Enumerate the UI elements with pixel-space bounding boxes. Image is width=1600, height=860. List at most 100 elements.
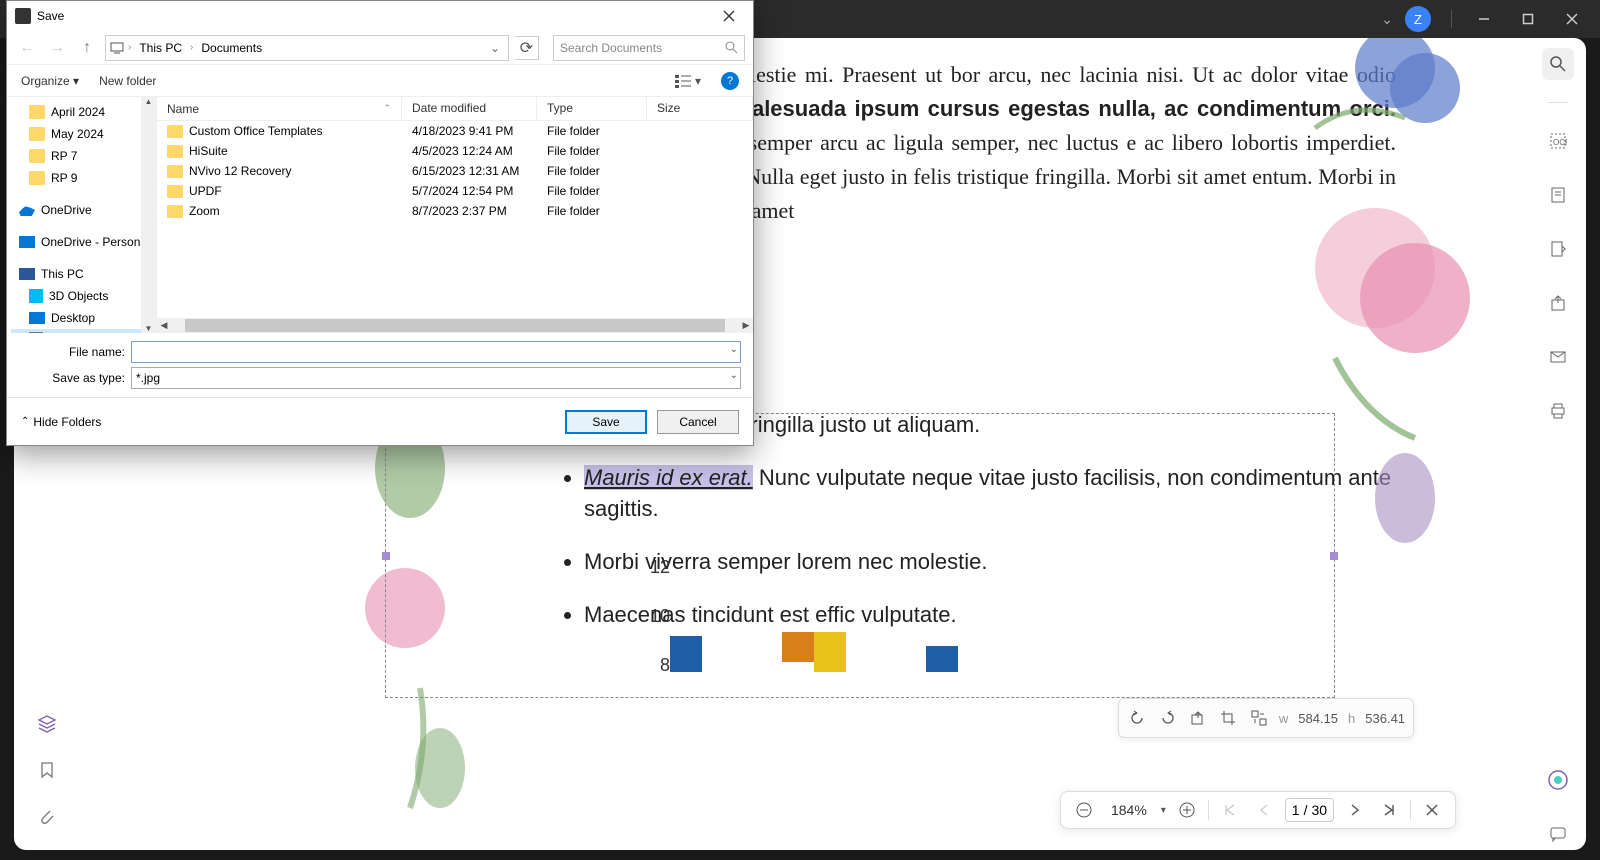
zoom-chevron-down-icon[interactable]: ▾ — [1161, 805, 1166, 816]
path-dropdown-icon[interactable]: ⌄ — [486, 41, 504, 55]
crop-toolbar[interactable]: w 584.15 h 536.41 — [1118, 698, 1414, 738]
col-name: Name⌃ — [157, 97, 402, 120]
export-icon[interactable] — [1188, 707, 1208, 729]
search-input[interactable]: Search Documents — [553, 35, 745, 61]
cancel-button[interactable]: Cancel — [657, 410, 739, 434]
height-label: h — [1348, 711, 1355, 726]
nav-back-button[interactable]: ← — [15, 36, 39, 60]
first-page-button[interactable] — [1217, 797, 1243, 823]
convert-icon[interactable] — [1542, 233, 1574, 265]
filetype-dropdown-icon[interactable]: ⌄ — [730, 370, 738, 381]
nav-forward-button[interactable]: → — [45, 36, 69, 60]
filetype-label: Save as type: — [19, 371, 131, 385]
save-dialog: Save ← → ↑ › This PC › Documents ⌄ ⟳ Sea… — [6, 0, 754, 446]
dialog-toolbar: Organize ▾ New folder ▾ ? — [7, 65, 753, 97]
rotate-left-icon[interactable] — [1127, 707, 1147, 729]
tree-scrollbar[interactable]: ▲▼ — [141, 97, 156, 333]
dialog-body: April 2024 May 2024 RP 7 RP 9 OneDrive O… — [7, 97, 753, 333]
tree-item: 3D Objects — [11, 285, 152, 307]
list-item: Mauris id ex erat. Nunc vulputate neque … — [584, 463, 1396, 525]
user-avatar[interactable]: Z — [1405, 6, 1431, 32]
page-icon[interactable] — [1542, 179, 1574, 211]
nav-up-button[interactable]: ↑ — [75, 36, 99, 60]
total-pages: 30 — [1311, 802, 1327, 818]
next-page-button[interactable] — [1342, 797, 1368, 823]
last-page-button[interactable] — [1376, 797, 1402, 823]
tree-item: OneDrive — [11, 199, 152, 221]
crop-icon[interactable] — [1218, 707, 1238, 729]
tree-item: This PC — [11, 263, 152, 285]
address-bar[interactable]: › This PC › Documents ⌄ — [105, 35, 509, 61]
view-mode-button[interactable]: ▾ — [675, 74, 701, 88]
col-size: Size — [647, 97, 753, 120]
filename-label: File name: — [19, 345, 131, 359]
share-icon[interactable] — [1542, 287, 1574, 319]
titlebar-chevron-down-icon[interactable]: ⌄ — [1381, 11, 1393, 28]
app-icon — [15, 8, 31, 24]
minimize-button[interactable] — [1464, 4, 1504, 34]
ai-icon[interactable] — [1542, 764, 1574, 796]
dialog-title: Save — [37, 9, 64, 23]
organize-menu[interactable]: Organize ▾ — [21, 74, 79, 88]
search-icon — [725, 41, 738, 54]
search-icon[interactable] — [1542, 48, 1574, 80]
filetype-select[interactable]: *.jpg⌄ — [131, 367, 741, 389]
titlebar-divider — [1451, 10, 1452, 28]
col-date: Date modified — [402, 97, 537, 120]
width-label: w — [1279, 711, 1288, 726]
save-button[interactable]: Save — [565, 410, 647, 434]
zoom-in-button[interactable] — [1174, 797, 1200, 823]
rotate-right-icon[interactable] — [1157, 707, 1177, 729]
svg-text:OCR: OCR — [1553, 138, 1567, 147]
mail-icon[interactable] — [1542, 341, 1574, 373]
height-value: 536.41 — [1365, 711, 1405, 726]
file-row[interactable]: Custom Office Templates4/18/2023 9:41 PM… — [157, 121, 753, 141]
tree-item: RP 7 — [11, 145, 152, 167]
highlighted-text: Mauris id ex erat. — [584, 465, 753, 490]
dialog-titlebar[interactable]: Save — [7, 1, 753, 31]
prev-page-button[interactable] — [1251, 797, 1277, 823]
file-row[interactable]: Zoom8/7/2023 2:37 PMFile folder — [157, 201, 753, 221]
new-folder-button[interactable]: New folder — [99, 74, 156, 88]
breadcrumb-thispc[interactable]: This PC — [135, 41, 186, 55]
attachment-icon[interactable] — [27, 796, 67, 836]
help-button[interactable]: ? — [721, 72, 739, 90]
file-list-header[interactable]: Name⌃ Date modified Type Size — [157, 97, 753, 121]
hide-folders-button[interactable]: ⌃Hide Folders — [21, 415, 101, 429]
maximize-button[interactable] — [1508, 4, 1548, 34]
dialog-nav: ← → ↑ › This PC › Documents ⌄ ⟳ Search D… — [7, 31, 753, 65]
file-list[interactable]: Name⌃ Date modified Type Size Custom Off… — [157, 97, 753, 333]
bookmark-icon[interactable] — [27, 750, 67, 790]
filename-input[interactable]: ⌄ — [131, 341, 741, 363]
close-button[interactable] — [1552, 4, 1592, 34]
tree-item: May 2024 — [11, 123, 152, 145]
tree-item: OneDrive - Person — [11, 231, 152, 253]
zoom-value[interactable]: 184% — [1105, 802, 1153, 818]
chart-y-ticks: 12 10 8 — [650, 557, 670, 676]
filename-dropdown-icon[interactable]: ⌄ — [730, 344, 738, 355]
file-row[interactable]: HiSuite4/5/2023 12:24 AMFile folder — [157, 141, 753, 161]
replace-icon[interactable] — [1249, 707, 1269, 729]
close-toolbar-button[interactable] — [1419, 797, 1445, 823]
refresh-button[interactable]: ⟳ — [515, 36, 539, 60]
dialog-close-button[interactable] — [713, 4, 745, 28]
page-indicator[interactable]: 1 / 30 — [1285, 798, 1334, 822]
list-item: Morbi viverra semper lorem nec molestie. — [584, 547, 1396, 578]
file-row[interactable]: NVivo 12 Recovery6/15/2023 12:31 AMFile … — [157, 161, 753, 181]
tree-item: Desktop — [11, 307, 152, 329]
print-icon[interactable] — [1542, 395, 1574, 427]
folder-tree[interactable]: April 2024 May 2024 RP 7 RP 9 OneDrive O… — [7, 97, 157, 333]
search-placeholder: Search Documents — [560, 41, 662, 55]
pc-icon — [110, 41, 124, 55]
embedded-chart — [670, 632, 958, 672]
file-list-scrollbar[interactable]: ◀▶ — [157, 318, 753, 333]
zoom-toolbar[interactable]: 184% ▾ 1 / 30 — [1060, 791, 1456, 829]
right-rail: OCR — [1530, 38, 1586, 850]
ocr-icon[interactable]: OCR — [1542, 125, 1574, 157]
file-row[interactable]: UPDF5/7/2024 12:54 PMFile folder — [157, 181, 753, 201]
comment-icon[interactable] — [1542, 818, 1574, 850]
col-type: Type — [537, 97, 647, 120]
layers-icon[interactable] — [27, 704, 67, 744]
zoom-out-button[interactable] — [1071, 797, 1097, 823]
breadcrumb-documents[interactable]: Documents — [197, 41, 266, 55]
